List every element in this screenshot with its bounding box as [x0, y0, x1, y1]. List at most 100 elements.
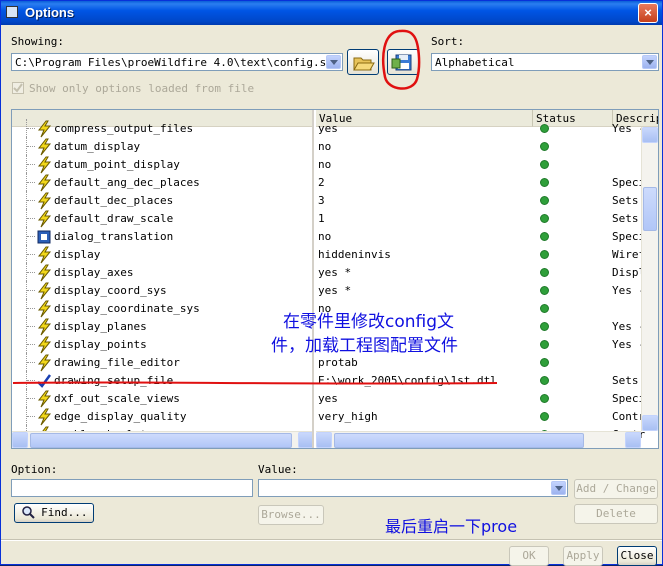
ok-button[interactable]: OK	[509, 546, 549, 566]
scroll-right-icon[interactable]	[298, 432, 312, 448]
sort-label: Sort:	[431, 35, 465, 48]
value-label: Value:	[258, 463, 298, 476]
vertical-scrollbar[interactable]	[641, 127, 658, 431]
option-input[interactable]	[11, 479, 253, 497]
value-dropdown[interactable]	[258, 479, 568, 497]
table-row[interactable]: default_ang_dec_places	[12, 173, 312, 192]
option-description: Sets	[612, 194, 639, 207]
option-name: datum_display	[54, 140, 141, 153]
option-value: yes *	[318, 266, 352, 279]
status-ok-icon	[540, 124, 549, 133]
option-name: datum_point_display	[54, 158, 180, 171]
tree-line	[27, 128, 35, 129]
option-value: no	[318, 140, 332, 153]
tree-line	[27, 308, 35, 309]
table-row[interactable]: yes Yes -	[316, 119, 658, 137]
status-ok-icon	[540, 268, 549, 277]
scroll-left-icon[interactable]	[12, 432, 28, 448]
table-row[interactable]: hiddeninvis Wiref	[316, 245, 658, 263]
table-row[interactable]: display_axes	[12, 263, 312, 282]
chevron-down-icon[interactable]	[326, 55, 341, 69]
browse-button[interactable]: Browse...	[258, 505, 324, 525]
status-ok-icon	[540, 412, 549, 421]
table-row[interactable]: edge_display_quality	[12, 407, 312, 426]
annotation-bottom-latin: proe	[481, 517, 518, 536]
scroll-right-icon[interactable]	[625, 432, 641, 448]
table-row[interactable]: no	[316, 155, 658, 173]
scroll-up-icon[interactable]	[642, 127, 658, 143]
tree-line	[27, 326, 35, 327]
apply-button[interactable]: Apply	[563, 546, 603, 566]
table-row[interactable]: datum_display	[12, 137, 312, 156]
add-change-button[interactable]: Add / Change	[574, 479, 658, 499]
window-icon	[6, 6, 18, 18]
find-button[interactable]: Find...	[14, 503, 94, 523]
table-row[interactable]: no Speci	[316, 227, 658, 245]
tree-line	[27, 218, 35, 219]
table-row[interactable]: 2 Speci	[316, 173, 658, 191]
status-ok-icon	[540, 178, 549, 187]
table-row[interactable]: 1 Sets	[316, 209, 658, 227]
table-row[interactable]: 3 Sets	[316, 191, 658, 209]
option-name: default_draw_scale	[54, 212, 174, 225]
option-value: very_high	[318, 410, 378, 423]
annotation-line-1-latin: config	[385, 312, 438, 332]
table-row[interactable]: yes Speci	[316, 389, 658, 407]
tree-line	[27, 398, 35, 399]
table-row[interactable]: dxf_out_scale_views	[12, 389, 312, 408]
lightning-icon	[37, 408, 52, 426]
sort-value: Alphabetical	[435, 56, 515, 69]
delete-button[interactable]: Delete	[574, 504, 658, 524]
close-button[interactable]: Close	[617, 546, 657, 566]
scrollbar-thumb[interactable]	[334, 433, 584, 448]
show-only-loaded-checkbox[interactable]	[12, 82, 24, 94]
red-circle-annotation	[382, 29, 421, 90]
option-value: yes	[318, 392, 338, 405]
tree-line	[27, 344, 35, 345]
table-row[interactable]: yes * Displ	[316, 263, 658, 281]
option-description: Sets	[612, 374, 639, 387]
annotation-line-2: 件，加载工程图配置文件	[271, 336, 458, 356]
table-row[interactable]: datum_point_display	[12, 155, 312, 174]
tree-line	[27, 290, 35, 291]
lightning-icon	[37, 156, 52, 174]
table-row[interactable]: default_dec_places	[12, 191, 312, 210]
chevron-down-icon[interactable]	[551, 481, 566, 495]
folder-open-icon	[353, 57, 375, 71]
table-row[interactable]: display_coordinate_sys	[12, 299, 312, 318]
scrollbar-thumb[interactable]	[30, 433, 292, 448]
checkmark-icon	[13, 83, 23, 93]
option-name: drawing_file_editor	[54, 356, 180, 369]
left-horizontal-scrollbar[interactable]	[12, 431, 312, 448]
table-row[interactable]: yes * Yes -	[316, 281, 658, 299]
window-close-button[interactable]: ×	[638, 3, 658, 23]
table-row[interactable]: compress_output_files	[12, 119, 312, 138]
title-bar[interactable]: Options ×	[1, 1, 662, 25]
open-file-button[interactable]	[347, 49, 379, 75]
status-ok-icon	[540, 322, 549, 331]
scroll-left-icon[interactable]	[316, 432, 332, 448]
dialog-icon	[37, 230, 51, 244]
chevron-down-icon[interactable]	[642, 55, 657, 69]
status-ok-icon	[540, 160, 549, 169]
annotation-line-1-end: 文	[437, 312, 455, 332]
table-row[interactable]: display	[12, 245, 312, 264]
table-row[interactable]: display_points	[12, 335, 312, 354]
scroll-down-icon[interactable]	[642, 415, 658, 431]
table-row[interactable]: display_planes	[12, 317, 312, 336]
scrollbar-thumb[interactable]	[643, 187, 657, 231]
option-name-pane: compress_output_files datum_display datum_…	[12, 110, 314, 448]
right-horizontal-scrollbar[interactable]	[316, 431, 641, 448]
table-row[interactable]: very_high Contr	[316, 407, 658, 425]
table-row[interactable]: default_draw_scale	[12, 209, 312, 228]
lightning-icon	[37, 210, 52, 228]
table-row[interactable]: drawing_file_editor	[12, 353, 312, 372]
option-name: display_points	[54, 338, 147, 351]
sort-dropdown[interactable]: Alphabetical	[431, 53, 659, 71]
option-value: 2	[318, 176, 325, 189]
table-row[interactable]: display_coord_sys	[12, 281, 312, 300]
showing-dropdown[interactable]: C:\Program Files\proeWildfire 4.0\text\c…	[11, 53, 343, 71]
table-row[interactable]: no	[316, 137, 658, 155]
table-row[interactable]: dialog_translation	[12, 227, 312, 245]
lightning-icon	[37, 282, 52, 300]
